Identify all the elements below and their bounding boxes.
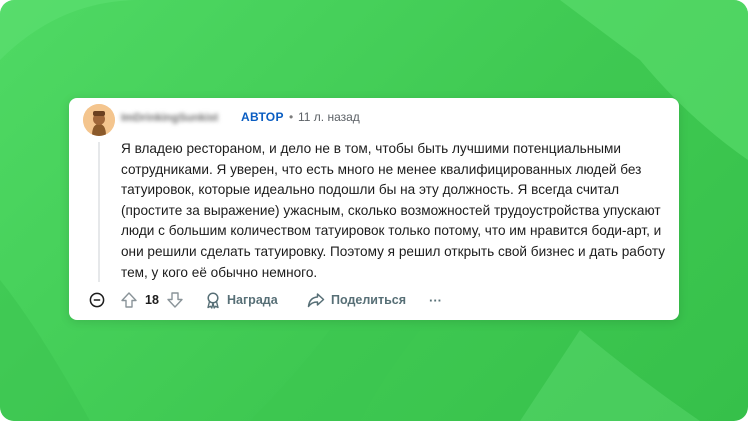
vote-count-value: 18: [145, 293, 159, 307]
thread-line[interactable]: [98, 142, 100, 282]
award-button[interactable]: Награда: [205, 290, 278, 310]
downvote-icon: [167, 292, 183, 308]
collapse-icon: [89, 292, 105, 308]
share-button[interactable]: Поделиться: [307, 290, 406, 310]
timestamp[interactable]: 11 л. назад: [298, 110, 360, 124]
comment-body: Я владею рестораном, и дело не в том, чт…: [121, 141, 666, 280]
more-options-button[interactable]: ···: [429, 290, 442, 310]
author-badge: АВТОР: [241, 110, 284, 124]
award-icon: [207, 291, 219, 309]
upvote-icon: [121, 292, 137, 308]
downvote-button[interactable]: [166, 290, 184, 310]
avatar-icon: [83, 104, 115, 136]
meta-separator: •: [289, 110, 294, 124]
award-label: Награда: [227, 293, 278, 307]
comment-actions: 18 Награда Поделиться ···: [69, 290, 679, 310]
upvote-button[interactable]: [120, 290, 138, 310]
collapse-button[interactable]: [89, 290, 105, 310]
vote-count: 18: [145, 290, 159, 310]
more-icon: ···: [429, 292, 442, 308]
comment-card: ImDrinkingSunkist АВТОР • 11 л. назад Я …: [69, 98, 679, 320]
share-icon: [307, 293, 325, 308]
username[interactable]: ImDrinkingSunkist: [121, 112, 231, 124]
share-label: Поделиться: [331, 293, 407, 307]
avatar[interactable]: [83, 104, 115, 136]
